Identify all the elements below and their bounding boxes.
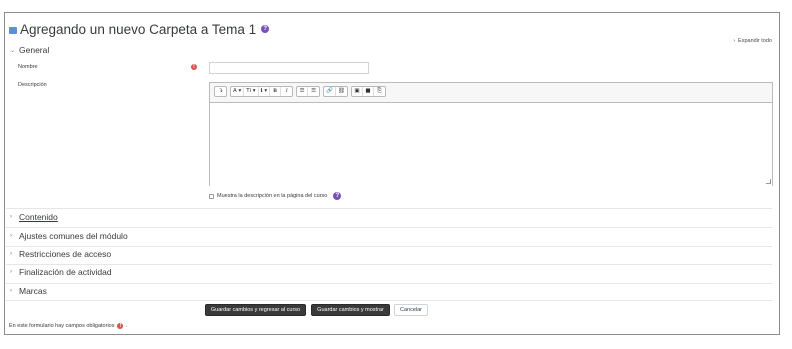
chevron-right-icon: › xyxy=(10,288,12,294)
image-icon[interactable]: ▣ xyxy=(352,87,363,96)
description-textarea[interactable] xyxy=(210,102,772,186)
required-fields-note-suffix: . xyxy=(125,323,128,329)
section-contenido[interactable]: › Contenido xyxy=(10,212,58,222)
toolbar-group-lists: ☰ ☰ xyxy=(296,86,321,97)
toolbar-group-media: ▣ ■ ⎘ xyxy=(350,86,386,97)
editor-toolbar: ↴ A ▾ Ti ▾ ℹ ▾ B I ☰ ☰ 🔗 ⛓ ▣ ■ ⎘ xyxy=(214,86,389,97)
chevron-right-icon: › xyxy=(733,38,736,44)
italic-button[interactable]: I xyxy=(281,87,292,96)
required-icon: ! xyxy=(117,323,124,329)
name-input[interactable] xyxy=(209,62,369,74)
page-title-row: Agregando un nuevo Carpeta a Tema 1 ? xyxy=(9,21,270,37)
divider xyxy=(6,283,772,284)
save-show-button[interactable]: Guardar cambios y mostrar xyxy=(311,304,390,316)
description-editor: ↴ A ▾ Ti ▾ ℹ ▾ B I ☰ ☰ 🔗 ⛓ ▣ ■ ⎘ xyxy=(209,82,773,186)
chevron-right-icon: › xyxy=(10,269,12,275)
chevron-right-icon: › xyxy=(10,233,12,239)
name-label: Nombre xyxy=(18,64,38,70)
section-finalizacion[interactable]: › Finalización de actividad xyxy=(10,267,112,277)
show-description-row: Muestra la descripción en la página del … xyxy=(209,192,342,200)
show-description-checkbox[interactable] xyxy=(209,193,214,199)
required-icon: ! xyxy=(191,64,197,70)
help-icon[interactable]: ? xyxy=(333,192,342,200)
toolbar-group-format: A ▾ Ti ▾ ℹ ▾ B I xyxy=(230,86,294,97)
section-contenido-label: Contenido xyxy=(19,212,58,222)
toolbar-group-links: 🔗 ⛓ xyxy=(323,86,348,97)
required-fields-note-text: En este formulario hay campos obligatori… xyxy=(9,323,115,329)
divider xyxy=(6,227,772,228)
section-finalizacion-label: Finalización de actividad xyxy=(19,267,112,277)
page-title: Agregando un nuevo Carpeta a Tema 1 xyxy=(20,21,257,37)
required-fields-note: En este formulario hay campos obligatori… xyxy=(9,323,127,329)
section-ajustes[interactable]: › Ajustes comunes del módulo xyxy=(10,231,128,241)
show-description-label: Muestra la descripción en la página del … xyxy=(217,193,328,199)
resize-handle-icon[interactable] xyxy=(766,179,771,184)
expand-all-link[interactable]: › Expandir todo xyxy=(733,38,772,44)
info-dropdown-icon[interactable]: ℹ ▾ xyxy=(259,87,271,96)
expand-all-label: Expandir todo xyxy=(738,38,772,44)
unlink-icon[interactable]: ⛓ xyxy=(336,87,347,96)
file-icon[interactable]: ⎘ xyxy=(374,87,385,96)
section-restricciones[interactable]: › Restricciones de acceso xyxy=(10,249,111,259)
chevron-right-icon: › xyxy=(10,251,12,257)
chevron-right-icon: › xyxy=(10,214,12,220)
folder-icon xyxy=(9,26,17,34)
help-icon[interactable]: ? xyxy=(261,25,270,33)
font-style-dropdown-icon[interactable]: A ▾ xyxy=(231,87,245,96)
divider xyxy=(6,246,772,247)
cancel-button[interactable]: Cancelar xyxy=(394,304,428,316)
link-icon[interactable]: 🔗 xyxy=(324,87,336,96)
section-general-label: General xyxy=(19,45,50,55)
section-restricciones-label: Restricciones de acceso xyxy=(19,249,112,259)
paragraph-style-dropdown-icon[interactable]: Ti ▾ xyxy=(244,87,259,96)
save-return-button[interactable]: Guardar cambios y regresar al curso xyxy=(205,304,306,316)
section-general[interactable]: ⌄ General xyxy=(10,45,49,55)
video-icon[interactable]: ■ xyxy=(363,87,374,96)
ordered-list-icon[interactable]: ☰ xyxy=(308,87,319,96)
toolbar-toggle-icon[interactable]: ↴ xyxy=(215,87,226,96)
description-label: Descripción xyxy=(18,82,47,88)
toolbar-group-expand: ↴ xyxy=(214,86,227,97)
section-marcas[interactable]: › Marcas xyxy=(10,286,47,296)
divider xyxy=(6,208,772,209)
section-marcas-label: Marcas xyxy=(19,286,47,296)
bold-button[interactable]: B xyxy=(270,87,282,96)
unordered-list-icon[interactable]: ☰ xyxy=(297,87,309,96)
chevron-down-icon: ⌄ xyxy=(10,47,16,54)
divider xyxy=(6,264,772,265)
section-ajustes-label: Ajustes comunes del módulo xyxy=(19,231,128,241)
divider xyxy=(6,300,772,301)
